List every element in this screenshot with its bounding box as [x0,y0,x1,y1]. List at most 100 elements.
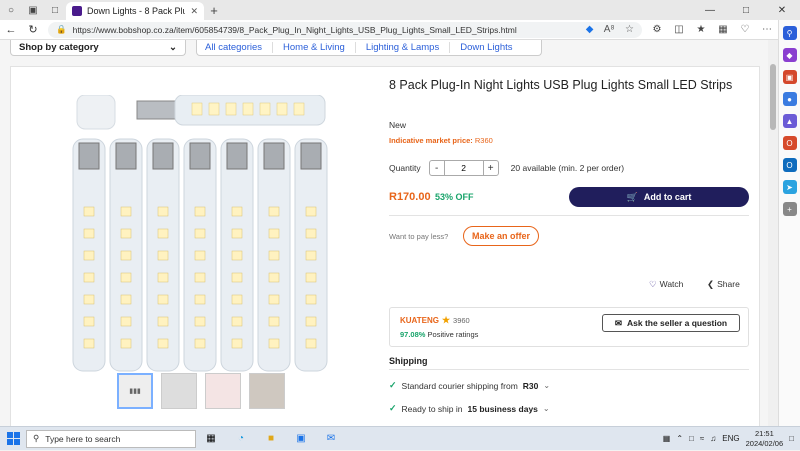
tab-title: Down Lights - 8 Pack Plug-In Nig [87,6,186,16]
widgets-icon[interactable]: ▦ [663,434,671,443]
shopping-tag-icon[interactable]: ◆ [782,48,797,62]
start-button[interactable] [0,427,26,451]
browser-essentials-icon[interactable]: ♡ [734,24,756,35]
back-button[interactable]: ← [0,24,22,36]
seller-box: KUATENG ★ 3960 97.08% Positive ratings ✉… [389,307,749,347]
clock-time: 21:51 [754,428,774,438]
share-button[interactable]: ❮ Share [707,279,740,290]
network-icon[interactable]: □ [689,434,694,443]
product-main-image[interactable] [67,95,337,375]
lock-icon[interactable]: 🔒 [56,24,67,35]
seller-positive-ratings: 97.08% Positive ratings [400,330,478,339]
maximize-button[interactable]: □ [728,5,764,16]
watch-button[interactable]: ♡ Watch [649,279,683,290]
breadcrumb-lighting-lamps[interactable]: Lighting & Lamps [366,42,451,53]
send-icon[interactable]: ➤ [782,180,797,194]
breadcrumb-down-lights[interactable]: Down Lights [460,42,522,53]
shipping-heading: Shipping [389,356,428,366]
chevron-up-icon[interactable]: ⌃ [676,434,683,443]
clock[interactable]: 21:51 2024/02/06 [746,429,784,449]
thumbnail-3[interactable] [205,373,241,409]
ready-to-ship-line[interactable]: ✓ Ready to ship in 15 business days ⌄ [389,403,550,414]
page-scrollbar[interactable] [768,40,778,426]
quantity-decrease-button[interactable]: - [430,161,444,175]
watch-label: Watch [659,279,684,289]
quantity-input[interactable] [443,161,484,175]
indicative-price: Indicative market price: R360 [389,136,493,145]
thumbnail-1[interactable]: ▮▮▮ [117,373,153,409]
product-price: R170.00 [389,191,431,203]
profile-icon[interactable]: ○ [0,0,22,20]
language-indicator[interactable]: ENG [722,434,739,443]
favorite-star-icon[interactable]: ☆ [625,24,634,35]
chevron-down-icon: ⌄ [543,381,551,390]
refresh-button[interactable]: ↻ [22,23,44,36]
game-icon[interactable]: ▲ [782,114,797,128]
breadcrumb-all-categories[interactable]: All categories [205,42,274,53]
tab-actions-icon[interactable]: □ [44,0,66,20]
chat-icon: ✉ [614,317,622,328]
ready-days: 15 business days [467,403,538,414]
task-view-icon[interactable]: ▦ [196,427,226,451]
extensions-icon[interactable]: ⚙ [646,24,668,35]
indicative-price-label: Indicative market price: [389,136,473,145]
seller-rating-count: 3960 [453,316,470,325]
category-bar: Shop by category ⌄ All categories Home &… [10,40,758,56]
edge-icon[interactable]: ◔ [226,427,256,451]
person-icon[interactable]: ● [782,92,797,106]
url-field[interactable]: 🔒 https://www.bobshop.co.za/item/6058547… [48,21,642,38]
positive-label: Positive ratings [427,330,479,339]
courier-shipping-line[interactable]: ✓ Standard courier shipping from R30 ⌄ [389,380,550,391]
address-toolbar: ← ↻ 🔒 https://www.bobshop.co.za/item/605… [0,20,800,40]
thumbnail-4[interactable] [249,373,285,409]
scrollbar-thumb[interactable] [770,64,776,130]
close-tab-icon[interactable]: ✕ [190,6,198,17]
product-title: 8 Pack Plug-In Night Lights USB Plug Lig… [389,78,733,92]
outlook-icon[interactable]: O [782,158,797,172]
workspaces-icon[interactable]: ▣ [22,0,44,20]
bobshop-favicon [72,6,82,16]
new-tab-button[interactable]: + [204,3,224,18]
thumbnail-2[interactable] [161,373,197,409]
quantity-label: Quantity [389,163,421,173]
minimize-button[interactable]: — [692,5,728,16]
quantity-increase-button[interactable]: + [484,161,498,175]
read-aloud-icon[interactable]: A⁸ [604,24,615,35]
system-tray: ▦ ⌃ □ ≈ ♫ ENG 21:51 2024/02/06 □ [663,429,800,449]
make-offer-button[interactable]: Make an offer [463,226,539,246]
share-label: Share [717,279,740,289]
wifi-icon[interactable]: ≈ [700,434,704,443]
windows-logo-icon [6,432,20,445]
indicative-price-value: R360 [474,136,493,145]
tag-icon[interactable]: ◆ [586,24,594,35]
discount-badge: 53% OFF [435,192,474,202]
shop-by-category-dropdown[interactable]: Shop by category ⌄ [10,40,186,56]
collections-icon[interactable]: ▦ [712,24,734,35]
browser-tab-active[interactable]: Down Lights - 8 Pack Plug-In Nig ✕ [66,2,204,20]
more-options-icon[interactable]: ⋯ [756,24,778,35]
search-icon[interactable]: ⚲ [782,26,797,40]
positive-percent: 97.08% [400,330,426,339]
ask-seller-button[interactable]: ✉ Ask the seller a question [602,314,740,332]
notifications-icon[interactable]: □ [789,434,794,443]
favorites-icon[interactable]: ★ [690,24,712,35]
product-condition: New [389,120,407,130]
add-icon[interactable]: + [782,202,797,216]
close-window-button[interactable]: ✕ [764,5,800,16]
mail-icon[interactable]: ✉ [316,427,346,451]
taskbar-search-box[interactable]: ⚲ Type here to search [26,429,196,448]
check-icon: ✓ [389,380,397,390]
seller-name[interactable]: KUATENG [400,316,439,325]
split-screen-icon[interactable]: ◫ [668,24,690,35]
store-icon[interactable]: ▣ [286,427,316,451]
want-to-pay-less-text: Want to pay less? [389,232,449,241]
office-icon[interactable]: O [782,136,797,150]
toolbox-icon[interactable]: ▣ [782,70,797,84]
url-text: https://www.bobshop.co.za/item/605854739… [72,24,517,35]
divider [389,215,749,216]
file-explorer-icon[interactable]: ■ [256,427,286,451]
browser-sidebar: ⚲ ◆ ▣ ● ▲ O O ➤ + [778,20,800,426]
volume-icon[interactable]: ♫ [710,434,716,443]
add-to-cart-button[interactable]: 🛒 Add to cart [569,187,749,207]
breadcrumb-home-living[interactable]: Home & Living [283,42,356,53]
